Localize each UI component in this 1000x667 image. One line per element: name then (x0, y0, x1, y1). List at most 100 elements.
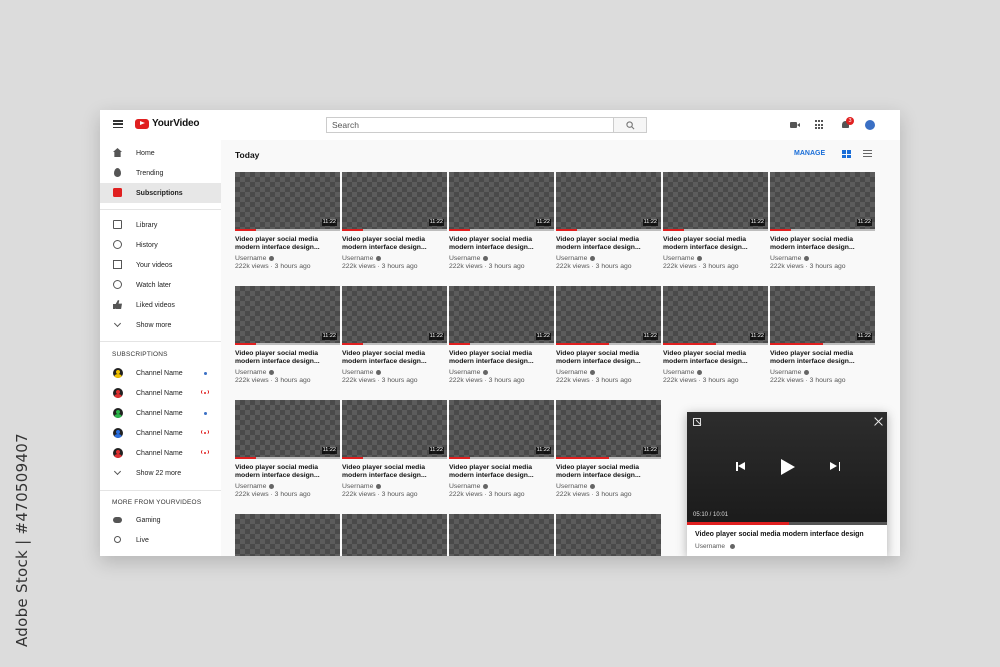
sidebar-channel[interactable]: Channel Name (100, 363, 221, 383)
create-video-icon[interactable] (790, 120, 800, 130)
video-thumbnail[interactable]: 11:22 (556, 172, 661, 231)
channel-avatar (113, 428, 123, 438)
video-thumbnail[interactable]: 11:22 (663, 172, 768, 231)
video-channel[interactable]: Username (449, 369, 554, 376)
menu-icon[interactable] (113, 120, 123, 129)
video-channel[interactable]: Username (663, 255, 768, 262)
video-thumbnail[interactable]: 11:22 (235, 286, 340, 345)
list-view-icon[interactable] (863, 150, 872, 158)
video-card[interactable] (235, 514, 340, 556)
video-card[interactable]: 11:22 Video player social media modern in… (235, 400, 340, 498)
video-card[interactable]: 11:22 Video player social media modern in… (342, 172, 447, 270)
video-thumbnail[interactable] (449, 514, 554, 556)
video-card[interactable]: 11:22 Video player social media modern in… (556, 400, 661, 498)
video-card[interactable]: 11:22 Video player social media modern in… (770, 172, 875, 270)
sidebar-item-liked-videos[interactable]: Liked videos (100, 295, 221, 315)
video-thumbnail[interactable]: 11:22 (449, 400, 554, 459)
video-card[interactable]: 11:22 Video player social media modern in… (342, 400, 447, 498)
play-icon[interactable] (781, 459, 795, 475)
video-card[interactable] (342, 514, 447, 556)
sidebar-item-label: Trending (136, 169, 164, 177)
apps-grid-icon[interactable] (815, 120, 825, 130)
video-channel[interactable]: Username (235, 255, 340, 262)
sidebar-item-show-more[interactable]: Show more (100, 315, 221, 335)
video-thumbnail[interactable]: 11:22 (770, 286, 875, 345)
video-channel[interactable]: Username (449, 255, 554, 262)
video-thumbnail[interactable]: 11:22 (342, 400, 447, 459)
video-thumbnail[interactable]: 11:22 (663, 286, 768, 345)
video-thumbnail[interactable]: 11:22 (342, 172, 447, 231)
video-thumbnail[interactable]: 11:22 (556, 400, 661, 459)
sidebar-channel[interactable]: Channel Name (100, 443, 221, 463)
video-channel[interactable]: Username (449, 483, 554, 490)
video-card[interactable] (556, 514, 661, 556)
video-card[interactable]: 11:22 Video player social media modern in… (663, 172, 768, 270)
next-icon[interactable] (830, 462, 840, 471)
video-card[interactable]: 11:22 Video player social media modern in… (556, 286, 661, 384)
search-input[interactable]: Search (326, 117, 614, 133)
video-thumbnail[interactable]: 11:22 (342, 286, 447, 345)
home-icon (113, 148, 122, 157)
mini-player-progress-bar[interactable] (687, 522, 887, 525)
video-meta: 222k views · 3 hours ago (770, 377, 846, 384)
video-channel[interactable]: Username (342, 369, 447, 376)
manage-link[interactable]: MANAGE (794, 150, 825, 157)
video-card[interactable]: 11:22 Video player social media modern in… (770, 286, 875, 384)
sidebar-item-your-videos[interactable]: Your videos (100, 255, 221, 275)
mini-player-video[interactable]: 05:10 / 10:01 (687, 412, 887, 525)
video-card[interactable]: 11:22 Video player social media modern in… (663, 286, 768, 384)
video-thumbnail[interactable]: 11:22 (449, 286, 554, 345)
video-thumbnail[interactable] (556, 514, 661, 556)
mini-player-channel[interactable]: Username (695, 543, 735, 550)
sidebar-item-show-more-channels[interactable]: Show 22 more (100, 463, 221, 483)
sidebar-channel[interactable]: Channel Name (100, 383, 221, 403)
video-channel[interactable]: Username (342, 255, 447, 262)
sidebar-item-subscriptions[interactable]: Subscriptions (100, 183, 221, 203)
logo[interactable]: YourVideo (135, 118, 199, 129)
sidebar-item-library[interactable]: Library (100, 215, 221, 235)
watch-progress-bar (342, 342, 447, 345)
video-card[interactable]: 11:22 Video player social media modern in… (342, 286, 447, 384)
logo-text: YourVideo (152, 118, 200, 129)
video-thumbnail[interactable]: 11:22 (556, 286, 661, 345)
video-channel[interactable]: Username (556, 369, 661, 376)
sidebar-channel[interactable]: Channel Name (100, 423, 221, 443)
video-card[interactable]: 11:22 Video player social media modern in… (235, 172, 340, 270)
sidebar-item-live[interactable]: Live (100, 530, 221, 550)
search-button[interactable] (614, 117, 647, 133)
grid-view-icon[interactable] (842, 150, 851, 158)
close-icon[interactable] (873, 416, 883, 426)
expand-icon[interactable] (693, 418, 701, 426)
video-channel[interactable]: Username (770, 369, 875, 376)
sidebar-item-gaming[interactable]: Gaming (100, 510, 221, 530)
sidebar-item-history[interactable]: History (100, 235, 221, 255)
video-thumbnail[interactable]: 11:22 (235, 400, 340, 459)
sidebar-item-home[interactable]: Home (100, 143, 221, 163)
video-channel[interactable]: Username (342, 483, 447, 490)
sidebar-item-watch-later[interactable]: Watch later (100, 275, 221, 295)
video-thumbnail[interactable] (235, 514, 340, 556)
history-icon (113, 240, 122, 249)
video-thumbnail[interactable]: 11:22 (235, 172, 340, 231)
video-channel[interactable]: Username (235, 483, 340, 490)
video-card[interactable]: 11:22 Video player social media modern in… (235, 286, 340, 384)
video-channel[interactable]: Username (556, 483, 661, 490)
video-card[interactable]: 11:22 Video player social media modern in… (449, 286, 554, 384)
video-thumbnail[interactable]: 11:22 (770, 172, 875, 231)
video-channel[interactable]: Username (235, 369, 340, 376)
sidebar: Home Trending Subscriptions Library History Y… (100, 140, 221, 556)
video-thumbnail[interactable] (342, 514, 447, 556)
sidebar-item-trending[interactable]: Trending (100, 163, 221, 183)
video-card[interactable]: 11:22 Video player social media modern in… (556, 172, 661, 270)
video-channel[interactable]: Username (663, 369, 768, 376)
video-card[interactable]: 11:22 Video player social media modern in… (449, 400, 554, 498)
video-card[interactable]: 11:22 Video player social media modern in… (449, 172, 554, 270)
video-channel[interactable]: Username (556, 255, 661, 262)
video-card[interactable] (449, 514, 554, 556)
video-thumbnail[interactable]: 11:22 (449, 172, 554, 231)
video-title: Video player social media modern interfa… (235, 236, 320, 251)
account-avatar[interactable] (865, 120, 875, 130)
sidebar-channel[interactable]: Channel Name (100, 403, 221, 423)
previous-icon[interactable] (736, 462, 746, 471)
video-channel[interactable]: Username (770, 255, 875, 262)
